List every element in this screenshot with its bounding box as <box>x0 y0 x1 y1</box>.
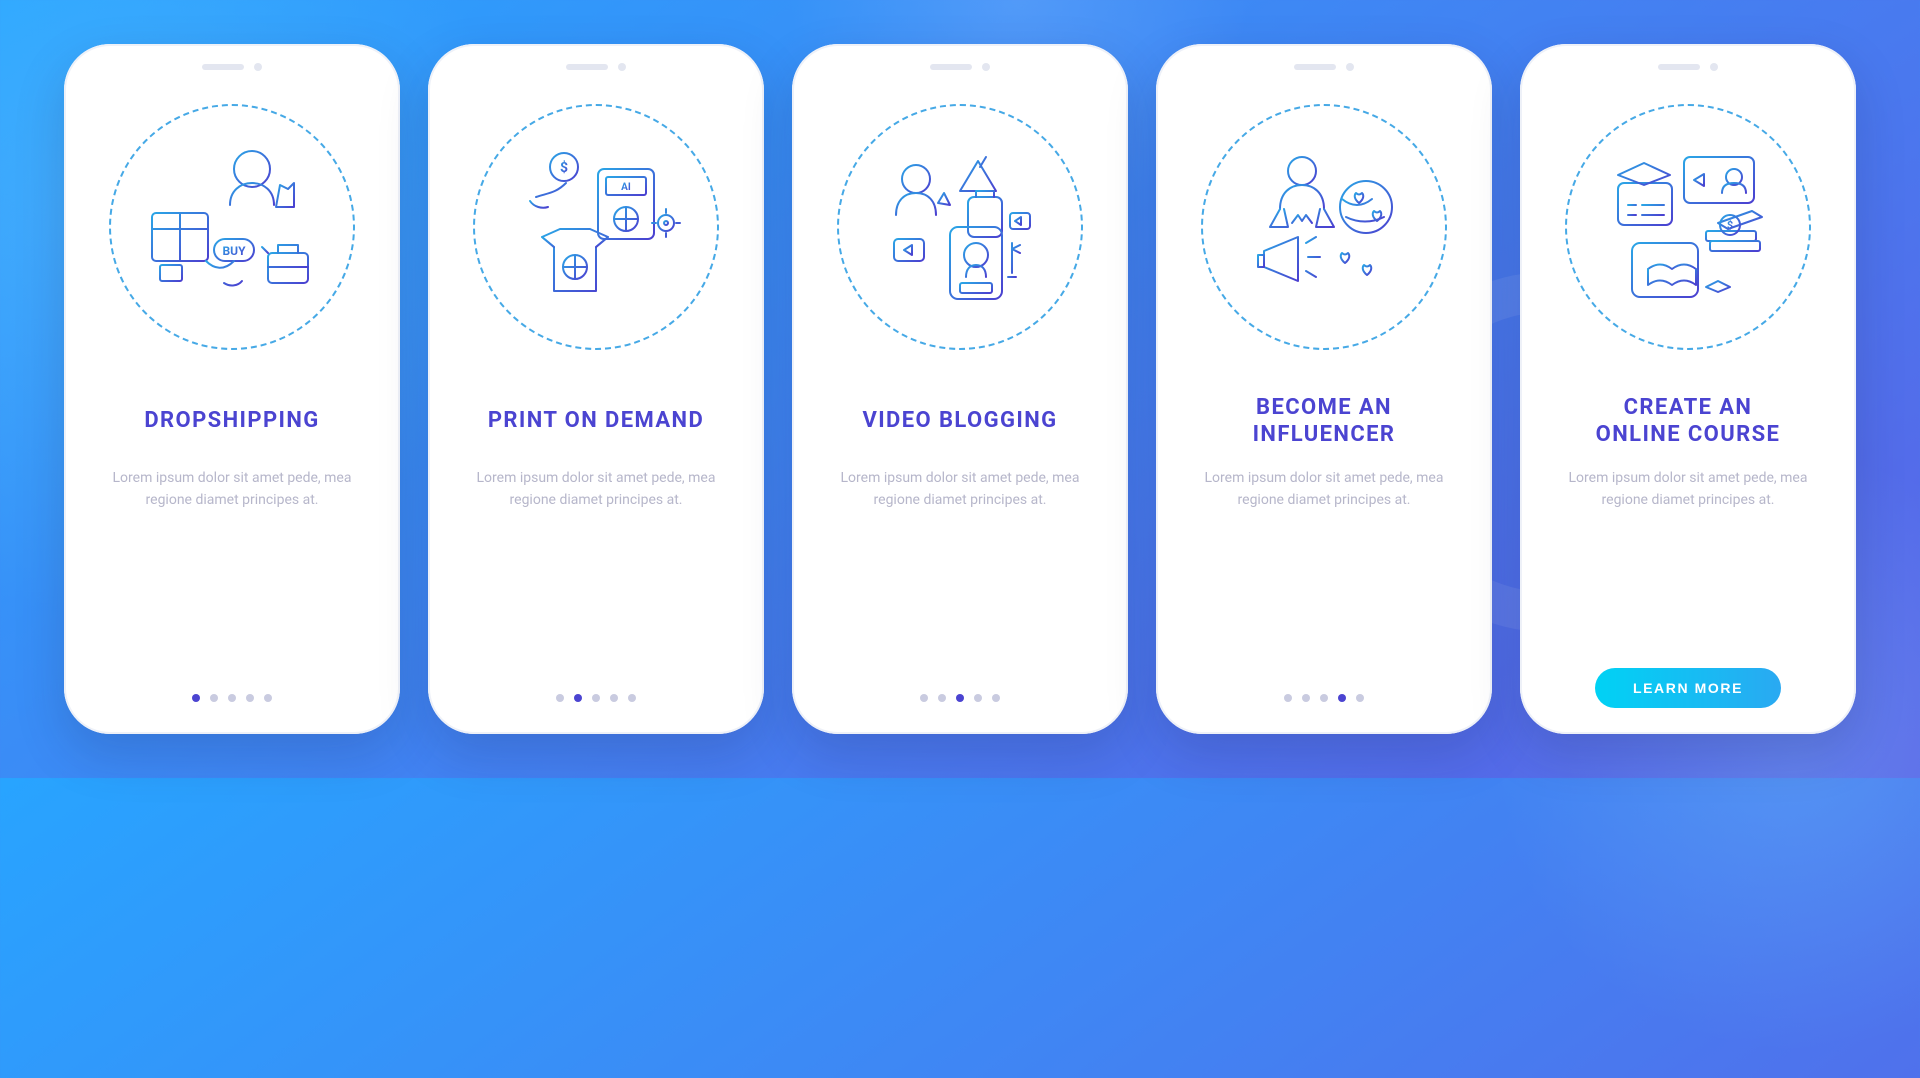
onboarding-screen-3: VIDEO BLOGGING Lorem ipsum dolor sit ame… <box>792 44 1128 734</box>
page-dot[interactable] <box>628 694 636 702</box>
screen-title: BECOME AN INFLUENCER <box>1247 392 1402 450</box>
page-dot[interactable] <box>1302 694 1310 702</box>
page-indicator <box>920 694 1000 708</box>
svg-text:$: $ <box>560 159 568 176</box>
page-indicator <box>192 694 272 708</box>
video-blogging-icon <box>837 104 1083 350</box>
page-indicator <box>556 694 636 708</box>
screen-body: Lorem ipsum dolor sit amet pede, mea reg… <box>454 468 738 511</box>
page-dot[interactable] <box>192 694 200 702</box>
screen-title: DROPSHIPPING <box>138 392 325 450</box>
phone-notch <box>200 62 264 72</box>
print-on-demand-icon: $ AI <box>473 104 719 350</box>
screen-body: Lorem ipsum dolor sit amet pede, mea reg… <box>1546 468 1830 511</box>
page-dot[interactable] <box>1338 694 1346 702</box>
onboarding-screen-4: BECOME AN INFLUENCER Lorem ipsum dolor s… <box>1156 44 1492 734</box>
learn-more-button[interactable]: LEARN MORE <box>1595 668 1781 708</box>
screen-title: PRINT ON DEMAND <box>482 392 710 450</box>
page-indicator <box>1284 694 1364 708</box>
screen-body: Lorem ipsum dolor sit amet pede, mea reg… <box>1182 468 1466 511</box>
page-dot[interactable] <box>1356 694 1364 702</box>
page-dot[interactable] <box>1320 694 1328 702</box>
phone-notch <box>1292 62 1356 72</box>
dropshipping-icon: BUY <box>109 104 355 350</box>
page-dot[interactable] <box>992 694 1000 702</box>
screen-title: CREATE AN ONLINE COURSE <box>1590 392 1787 450</box>
svg-text:$: $ <box>1727 219 1733 232</box>
page-dot[interactable] <box>592 694 600 702</box>
onboarding-screen-1: BUY DROPSHIPPING Lorem ipsum dolor sit a… <box>64 44 400 734</box>
page-dot[interactable] <box>210 694 218 702</box>
screen-body: Lorem ipsum dolor sit amet pede, mea reg… <box>818 468 1102 511</box>
phone-notch <box>928 62 992 72</box>
online-course-icon: $ <box>1565 104 1811 350</box>
screen-body: Lorem ipsum dolor sit amet pede, mea reg… <box>90 468 374 511</box>
svg-text:AI: AI <box>621 182 631 193</box>
page-dot[interactable] <box>228 694 236 702</box>
page-dot[interactable] <box>920 694 928 702</box>
page-dot[interactable] <box>974 694 982 702</box>
page-dot[interactable] <box>246 694 254 702</box>
screen-title: VIDEO BLOGGING <box>856 392 1063 450</box>
onboarding-screen-2: $ AI PRINT ON DEMAND <box>428 44 764 734</box>
page-dot[interactable] <box>556 694 564 702</box>
page-dot[interactable] <box>264 694 272 702</box>
influencer-icon <box>1201 104 1447 350</box>
onboarding-stage: BUY DROPSHIPPING Lorem ipsum dolor sit a… <box>0 0 1920 778</box>
page-dot[interactable] <box>1284 694 1292 702</box>
svg-text:BUY: BUY <box>223 244 247 258</box>
phone-notch <box>1656 62 1720 72</box>
page-dot[interactable] <box>574 694 582 702</box>
page-dot[interactable] <box>938 694 946 702</box>
page-dot[interactable] <box>956 694 964 702</box>
page-dot[interactable] <box>610 694 618 702</box>
onboarding-screen-5: $ CREATE AN ONLINE COURSE Lorem ipsum do… <box>1520 44 1856 734</box>
phone-notch <box>564 62 628 72</box>
